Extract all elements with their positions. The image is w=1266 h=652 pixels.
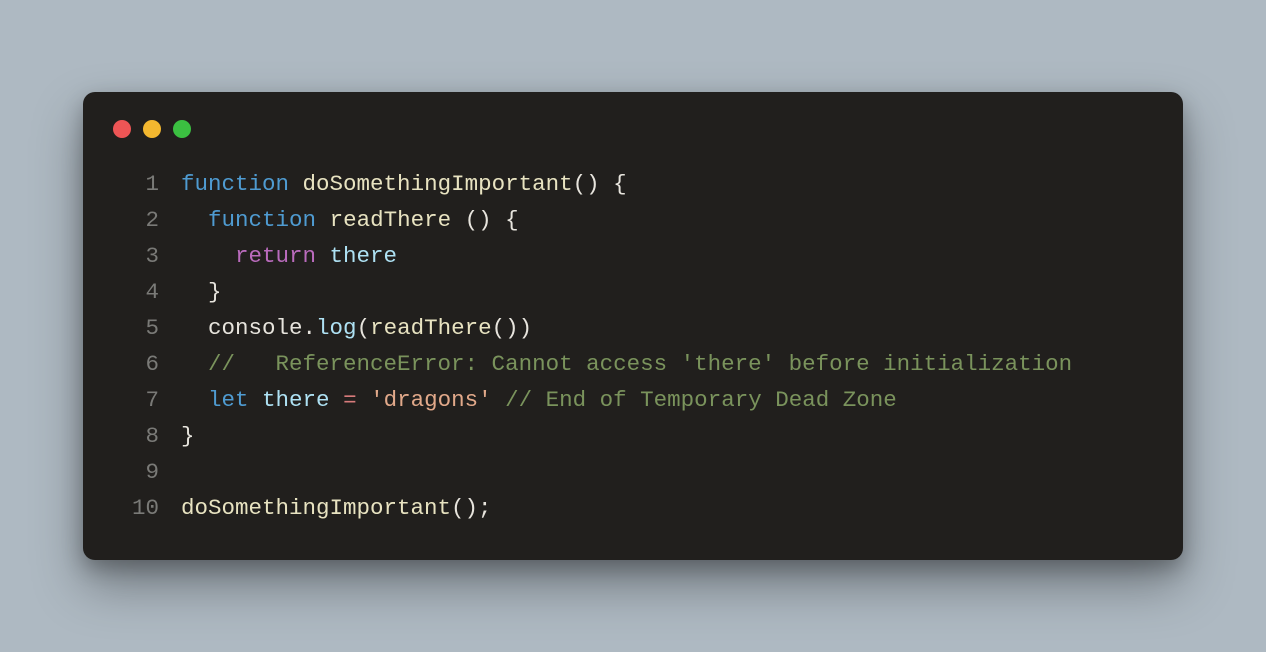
token-punct: () {: [451, 207, 519, 233]
line-number: 10: [111, 490, 181, 526]
indent: [181, 243, 235, 269]
token-punct: }: [181, 423, 195, 449]
code-editor[interactable]: 1function doSomethingImportant() {2 func…: [111, 166, 1155, 526]
token-string: 'dragons': [370, 387, 492, 413]
line-source[interactable]: }: [181, 418, 195, 454]
token-comment: // ReferenceError: Cannot access 'there'…: [208, 351, 1072, 377]
code-line[interactable]: 3 return there: [111, 238, 1155, 274]
line-number: 4: [111, 274, 181, 310]
line-source[interactable]: let there = 'dragons' // End of Temporar…: [181, 382, 897, 418]
line-source[interactable]: function readThere () {: [181, 202, 519, 238]
code-line[interactable]: 1function doSomethingImportant() {: [111, 166, 1155, 202]
token-punct: [492, 387, 506, 413]
token-keyword2: return: [235, 243, 316, 269]
code-line[interactable]: 10doSomethingImportant();: [111, 490, 1155, 526]
token-punct: ();: [451, 495, 492, 521]
token-punct: [330, 387, 344, 413]
zoom-icon[interactable]: [173, 120, 191, 138]
line-number: 1: [111, 166, 181, 202]
token-ident: there: [262, 387, 330, 413]
indent: [181, 279, 208, 305]
indent: [181, 315, 208, 341]
line-source[interactable]: console.log(readThere()): [181, 310, 532, 346]
stage: 1function doSomethingImportant() {2 func…: [0, 0, 1266, 652]
indent: [181, 207, 208, 233]
token-obj: console: [208, 315, 303, 341]
token-punct: [316, 207, 330, 233]
token-comment: // End of Temporary Dead Zone: [505, 387, 897, 413]
code-line[interactable]: 2 function readThere () {: [111, 202, 1155, 238]
token-keyword: function: [208, 207, 316, 233]
code-line[interactable]: 8}: [111, 418, 1155, 454]
token-funcname: doSomethingImportant: [181, 495, 451, 521]
indent: [181, 387, 208, 413]
line-source[interactable]: // ReferenceError: Cannot access 'there'…: [181, 346, 1072, 382]
line-source[interactable]: }: [181, 274, 222, 310]
token-keyword: function: [181, 171, 289, 197]
line-number: 6: [111, 346, 181, 382]
token-funcname: doSomethingImportant: [303, 171, 573, 197]
token-punct: [249, 387, 263, 413]
token-punct: [289, 171, 303, 197]
line-number: 5: [111, 310, 181, 346]
token-funcname: readThere: [370, 315, 492, 341]
token-ident: there: [330, 243, 398, 269]
code-line[interactable]: 4 }: [111, 274, 1155, 310]
token-punct: () {: [573, 171, 627, 197]
code-window: 1function doSomethingImportant() {2 func…: [83, 92, 1183, 560]
line-number: 7: [111, 382, 181, 418]
line-number: 8: [111, 418, 181, 454]
code-line[interactable]: 7 let there = 'dragons' // End of Tempor…: [111, 382, 1155, 418]
token-op: =: [343, 387, 357, 413]
code-line[interactable]: 5 console.log(readThere()): [111, 310, 1155, 346]
token-punct: }: [208, 279, 222, 305]
code-line[interactable]: 6 // ReferenceError: Cannot access 'ther…: [111, 346, 1155, 382]
line-source[interactable]: function doSomethingImportant() {: [181, 166, 627, 202]
line-number: 3: [111, 238, 181, 274]
token-punct: (: [357, 315, 371, 341]
token-punct: [357, 387, 371, 413]
token-prop: log: [316, 315, 357, 341]
close-icon[interactable]: [113, 120, 131, 138]
indent: [181, 351, 208, 377]
code-line[interactable]: 9: [111, 454, 1155, 490]
line-number: 2: [111, 202, 181, 238]
line-source[interactable]: doSomethingImportant();: [181, 490, 492, 526]
token-punct: .: [303, 315, 317, 341]
window-controls: [111, 116, 1155, 166]
line-number: 9: [111, 454, 181, 490]
minimize-icon[interactable]: [143, 120, 161, 138]
token-keyword: let: [208, 387, 249, 413]
token-funcname: readThere: [330, 207, 452, 233]
line-source[interactable]: return there: [181, 238, 397, 274]
token-punct: ()): [492, 315, 533, 341]
token-punct: [316, 243, 330, 269]
